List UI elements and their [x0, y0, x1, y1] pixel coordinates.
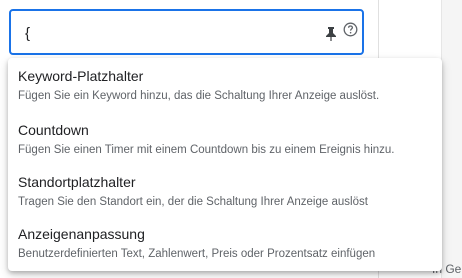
option-countdown[interactable]: Countdown Fügen Sie einen Timer mit eine…: [8, 114, 442, 166]
option-description: Fügen Sie ein Keyword hinzu, das die Sch…: [18, 90, 380, 102]
option-location-placeholder[interactable]: Standortplatzhalter Tragen Sie den Stand…: [8, 166, 442, 218]
scrollbar[interactable]: [441, 0, 462, 278]
option-title: Anzeigenanpassung: [18, 226, 145, 242]
option-description: Fügen Sie einen Timer mit einem Countdow…: [18, 144, 395, 156]
option-title: Standortplatzhalter: [18, 174, 136, 190]
option-keyword-placeholder[interactable]: Keyword-Platzhalter Fügen Sie ein Keywor…: [8, 60, 442, 112]
text-field[interactable]: [9, 9, 364, 55]
option-title: Keyword-Platzhalter: [18, 68, 144, 84]
pin-icon[interactable]: [324, 26, 338, 42]
page: In Ge Keyword-Platzhalter Fügen Sie ein …: [0, 0, 462, 278]
headline-input[interactable]: [25, 23, 305, 43]
option-title: Countdown: [18, 122, 89, 138]
option-description: Benutzerdefinierten Text, Zahlenwert, Pr…: [18, 248, 376, 260]
help-icon[interactable]: [343, 22, 358, 37]
suggestion-dropdown: Keyword-Platzhalter Fügen Sie ein Keywor…: [8, 58, 442, 271]
option-ad-customizer[interactable]: Anzeigenanpassung Benutzerdefinierten Te…: [8, 218, 442, 270]
option-description: Tragen Sie den Standort ein, der die Sch…: [18, 196, 368, 208]
